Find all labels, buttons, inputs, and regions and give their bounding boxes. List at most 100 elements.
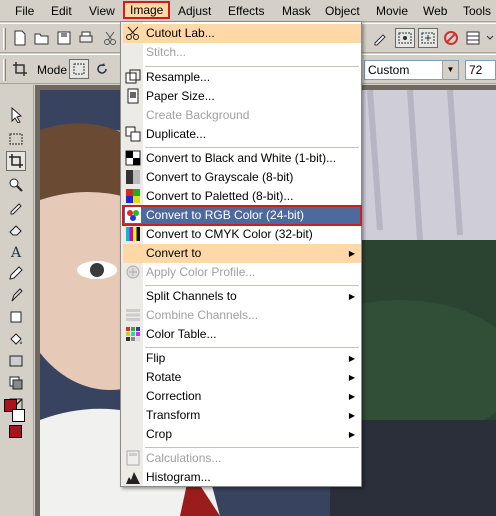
pick-tool-icon[interactable] [6, 105, 26, 125]
black-white-icon [125, 150, 141, 166]
menu-item-stitch[interactable]: Stitch... [123, 43, 361, 62]
resample-icon [125, 69, 141, 85]
menu-item-combine-channels[interactable]: Combine Channels... [123, 306, 361, 325]
menu-item-duplicate[interactable]: Duplicate... [123, 125, 361, 144]
menu-item-split-channels[interactable]: Split Channels to ▶ [123, 287, 361, 306]
selection-tool-icon[interactable] [6, 129, 26, 149]
object-tool-icon[interactable] [6, 373, 26, 393]
toolbar-grip[interactable] [3, 28, 6, 50]
zoom-tool-icon[interactable] [6, 175, 26, 195]
toolbar-grip[interactable] [3, 59, 6, 81]
menu-separator [145, 285, 359, 286]
background-color-swatch[interactable] [12, 409, 25, 422]
svg-text:A: A [10, 245, 22, 259]
calculations-icon [125, 450, 141, 466]
menu-effects[interactable]: Effects [223, 2, 269, 20]
paper-size-icon [125, 88, 141, 104]
menu-item-black-and-white[interactable]: Convert to Black and White (1-bit)... [123, 149, 361, 168]
scissors-icon [125, 25, 141, 41]
clone-tool-icon[interactable] [6, 285, 26, 305]
submenu-arrow-icon: ▶ [348, 354, 355, 363]
menu-item-rgb-color[interactable]: Convert to RGB Color (24-bit) [122, 205, 362, 226]
menu-image[interactable]: Image [123, 1, 171, 19]
combine-channels-icon [125, 307, 141, 323]
mode-rectangle-icon[interactable] [69, 59, 89, 79]
paint-tool-icon[interactable] [6, 263, 26, 283]
select-mode-icon[interactable] [395, 28, 415, 48]
cmyk-icon [125, 226, 141, 242]
fill-tool-icon[interactable] [6, 329, 26, 349]
menu-adjust[interactable]: Adjust [173, 2, 216, 20]
menu-movie[interactable]: Movie [371, 2, 413, 20]
menu-item-cutout-lab[interactable]: Cutout Lab... [123, 24, 361, 43]
menu-separator [145, 66, 359, 67]
resolution-input[interactable]: 72 [465, 60, 496, 80]
save-icon[interactable] [54, 28, 74, 48]
menu-item-histogram[interactable]: Histogram... [123, 468, 361, 487]
image-menu-dropdown: Cutout Lab... Stitch... Resample... Pape… [120, 21, 362, 487]
duplicate-icon [125, 126, 141, 142]
color-profile-icon [125, 264, 141, 280]
menu-item-flip[interactable]: Flip ▶ [123, 349, 361, 368]
menu-separator [145, 447, 359, 448]
menu-item-apply-color-profile[interactable]: Apply Color Profile... [123, 263, 361, 282]
menu-item-convert-to[interactable]: Convert to ▶ [123, 244, 361, 263]
eyedropper-tb-icon[interactable] [370, 28, 390, 48]
crop-tool-icon[interactable] [6, 151, 26, 171]
paletted-icon [125, 188, 141, 204]
preset-value: Custom [368, 63, 410, 77]
preset-select[interactable]: Custom ▼ [364, 60, 459, 80]
text-tool-icon[interactable]: A [6, 241, 26, 261]
submenu-arrow-icon: ▶ [348, 292, 355, 301]
submenu-arrow-icon: ▶ [348, 373, 355, 382]
resolution-value: 72 [469, 63, 483, 77]
submenu-arrow-icon: ▶ [348, 411, 355, 420]
mode-label: Mode [37, 63, 68, 77]
menu-item-calculations[interactable]: Calculations... [123, 449, 361, 468]
menu-item-cmyk-color[interactable]: Convert to CMYK Color (32-bit) [123, 225, 361, 244]
menu-tools[interactable]: Tools [458, 2, 496, 20]
menu-item-correction[interactable]: Correction ▶ [123, 387, 361, 406]
toolbar-overflow-icon[interactable] [484, 28, 496, 48]
paint-color-swatch[interactable] [9, 425, 22, 438]
menu-item-grayscale[interactable]: Convert to Grayscale (8-bit) [123, 168, 361, 187]
submenu-arrow-icon: ▶ [348, 249, 355, 258]
new-file-icon[interactable] [10, 28, 30, 48]
histogram-icon [125, 469, 141, 485]
menu-edit[interactable]: Edit [46, 2, 77, 20]
no-entry-icon[interactable] [441, 28, 461, 48]
menu-item-paletted[interactable]: Convert to Paletted (8-bit)... [123, 187, 361, 206]
open-file-icon[interactable] [32, 28, 52, 48]
tools-panel: A [0, 85, 34, 516]
crop-mode-icon[interactable] [10, 59, 30, 79]
menu-item-color-table[interactable]: Color Table... [123, 325, 361, 344]
menu-web[interactable]: Web [418, 2, 452, 20]
grayscale-icon [125, 169, 141, 185]
color-table-icon [125, 326, 141, 342]
shape-tool-icon[interactable] [6, 307, 26, 327]
menu-file[interactable]: File [10, 2, 39, 20]
menu-item-rotate[interactable]: Rotate ▶ [123, 368, 361, 387]
cut-icon[interactable] [100, 28, 120, 48]
eyedropper-tool-icon[interactable] [6, 197, 26, 217]
submenu-arrow-icon: ▶ [348, 392, 355, 401]
menu-item-paper-size[interactable]: Paper Size... [123, 87, 361, 106]
menu-object[interactable]: Object [320, 2, 365, 20]
menu-separator [145, 347, 359, 348]
menu-bar: File Edit View Image Adjust Effects Mask… [0, 0, 496, 22]
menu-view[interactable]: View [84, 2, 120, 20]
submenu-arrow-icon: ▶ [348, 430, 355, 439]
menu-item-resample[interactable]: Resample... [123, 68, 361, 87]
menu-mask[interactable]: Mask [277, 2, 316, 20]
chevron-down-icon[interactable]: ▼ [442, 61, 458, 79]
menu-item-create-background[interactable]: Create Background [123, 106, 361, 125]
gradient-tool-icon[interactable] [6, 351, 26, 371]
menu-item-crop[interactable]: Crop ▶ [123, 425, 361, 444]
menu-separator [145, 147, 359, 148]
transform-mode-icon[interactable] [418, 28, 438, 48]
print-icon[interactable] [76, 28, 96, 48]
menu-item-transform[interactable]: Transform ▶ [123, 406, 361, 425]
eraser-tool-icon[interactable] [6, 219, 26, 239]
mode-rotate-icon[interactable] [92, 59, 112, 79]
layers-icon[interactable] [463, 28, 483, 48]
